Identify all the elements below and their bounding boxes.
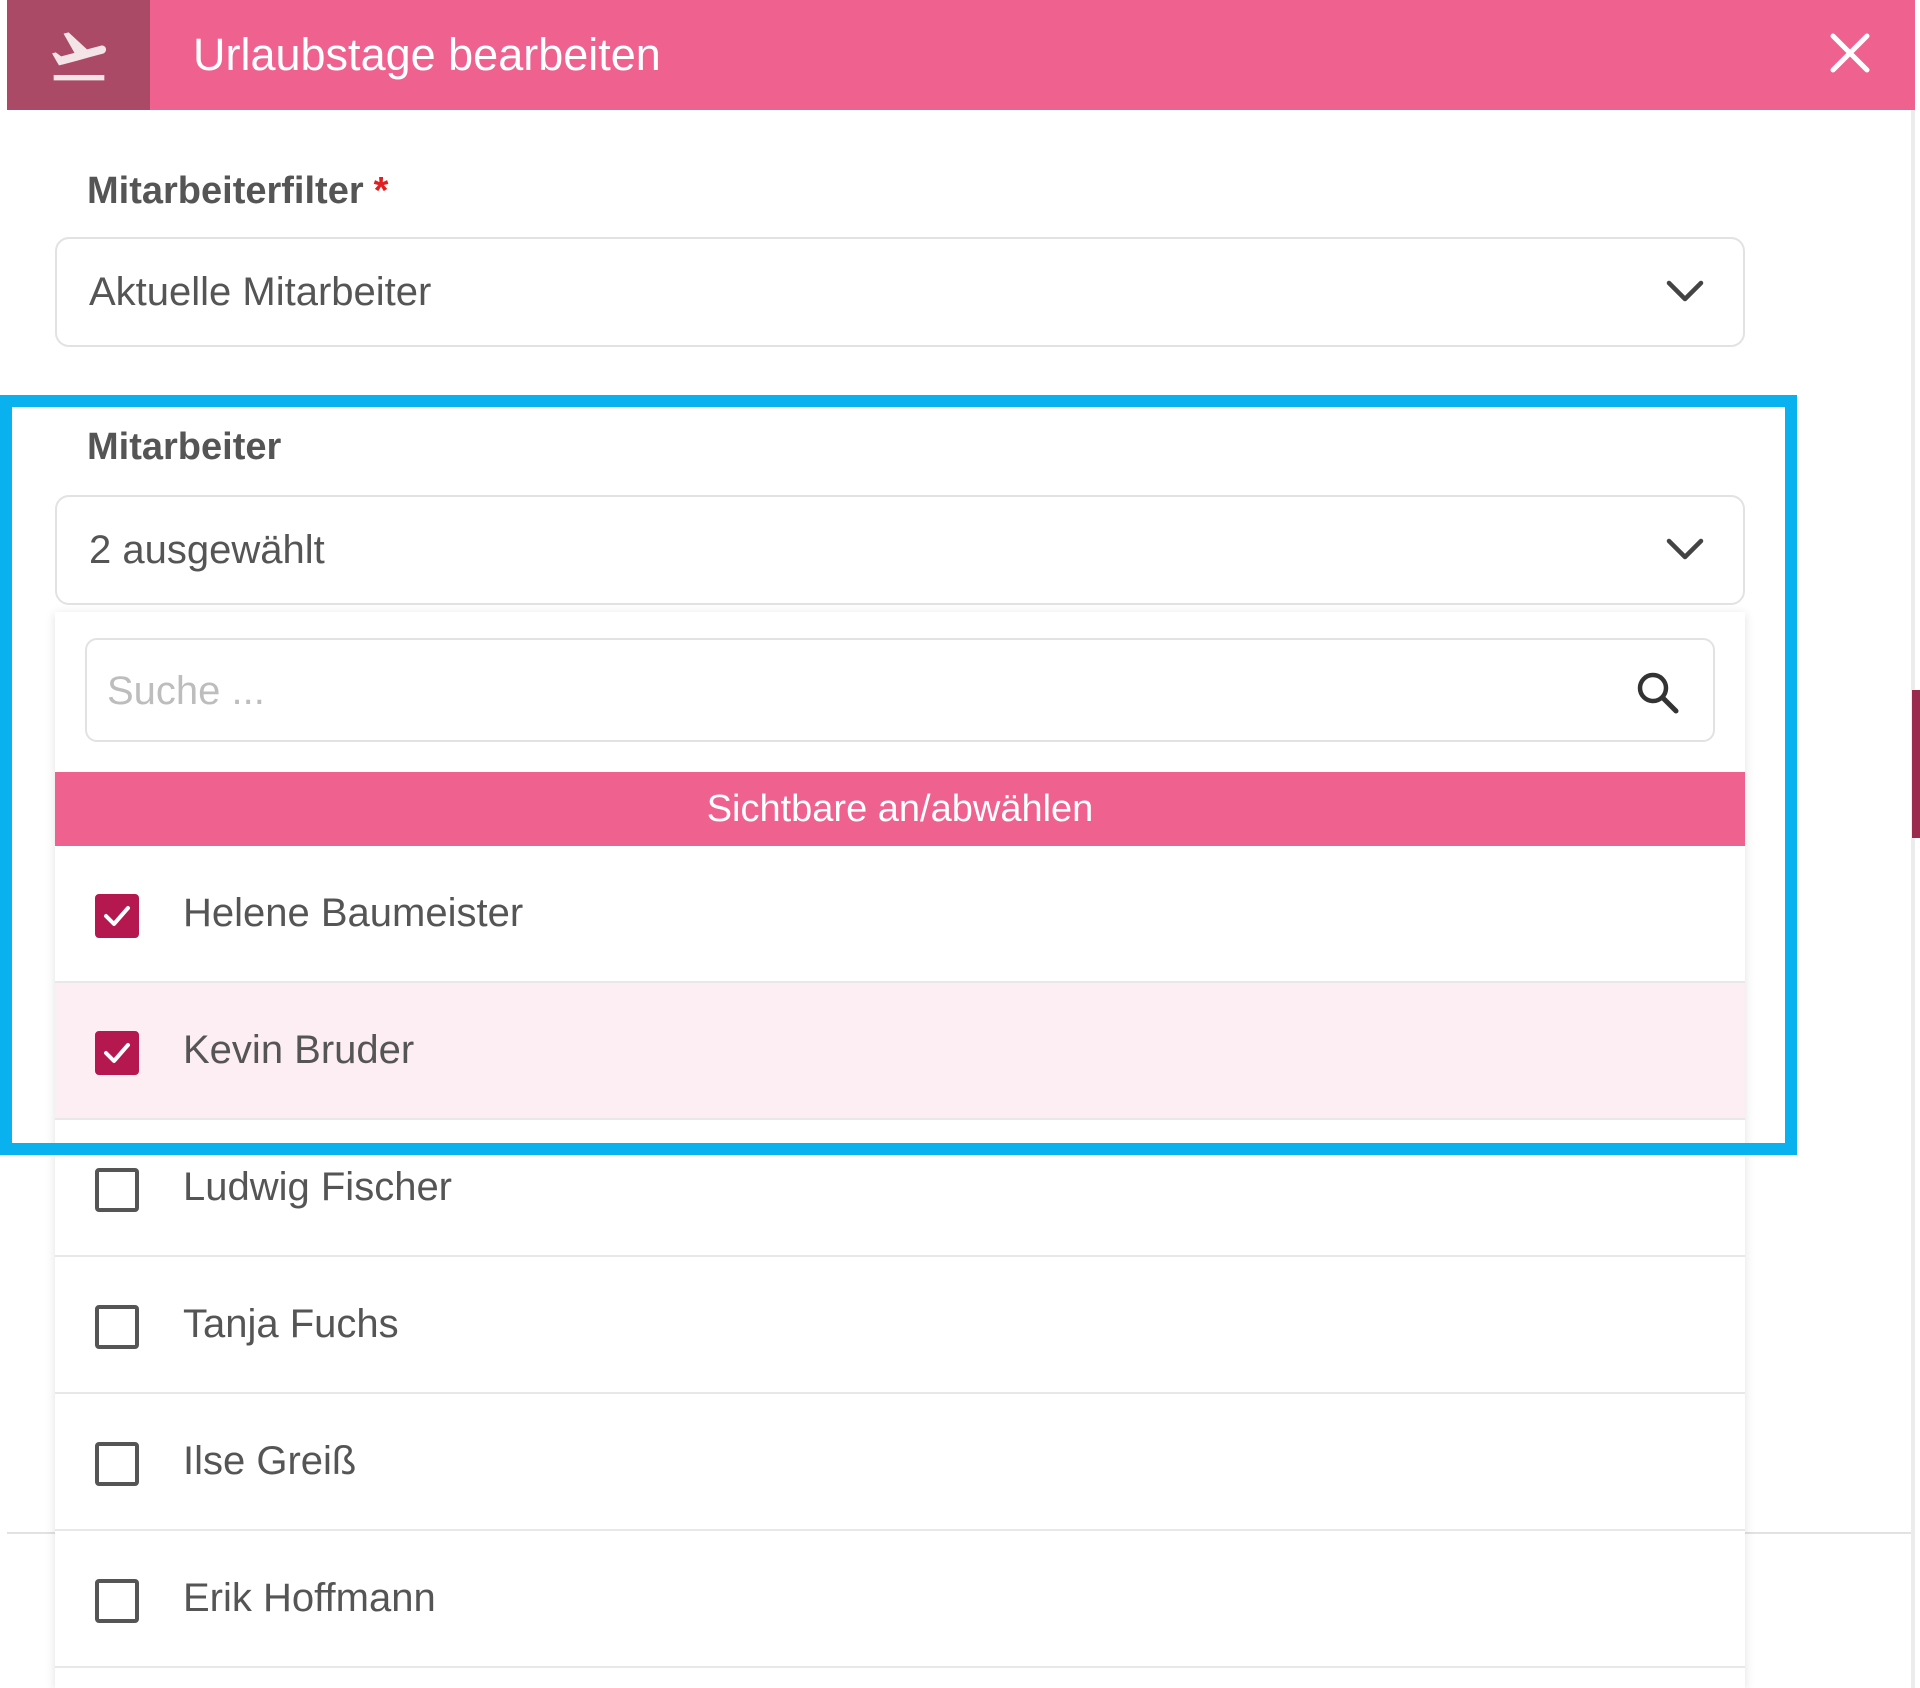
employee-search-input[interactable] bbox=[105, 642, 1609, 740]
checkbox-checked[interactable] bbox=[95, 894, 139, 938]
close-button[interactable] bbox=[1825, 28, 1875, 78]
employee-search-box bbox=[85, 638, 1715, 742]
employee-option-kevin-bruder[interactable]: Kevin Bruder bbox=[55, 983, 1745, 1120]
employee-filter-label: Mitarbeiterfilter * bbox=[87, 170, 388, 213]
employee-option-ilse-greiss[interactable]: Ilse Greiß bbox=[55, 1394, 1745, 1531]
option-label: Helene Baumeister bbox=[183, 891, 524, 935]
toggle-visible-button[interactable]: Sichtbare an/abwählen bbox=[55, 772, 1745, 846]
option-label: Kevin Bruder bbox=[183, 1028, 415, 1072]
checkbox-unchecked[interactable] bbox=[95, 1579, 139, 1623]
background-accent bbox=[1912, 690, 1920, 838]
required-marker: * bbox=[373, 170, 389, 212]
header-icon-box bbox=[7, 0, 150, 110]
option-label: Erik Hoffmann bbox=[183, 1576, 436, 1620]
employee-filter-select[interactable]: Aktuelle Mitarbeiter bbox=[55, 237, 1745, 347]
dialog-title: Urlaubstage bearbeiten bbox=[193, 29, 661, 80]
employees-dropdown-panel: Sichtbare an/abwählen Helene Baumeister … bbox=[55, 612, 1745, 1688]
checkmark-icon bbox=[104, 906, 130, 926]
checkbox-unchecked[interactable] bbox=[95, 1168, 139, 1212]
chevron-down-icon bbox=[1666, 280, 1704, 302]
employee-filter-label-text: Mitarbeiterfilter bbox=[87, 170, 364, 212]
dialog-edge bbox=[1911, 110, 1915, 1688]
dialog-header: Urlaubstage bearbeiten bbox=[7, 0, 1915, 110]
checkbox-unchecked[interactable] bbox=[95, 1442, 139, 1486]
option-label: Tanja Fuchs bbox=[183, 1302, 399, 1346]
employee-option-ludwig-fischer[interactable]: Ludwig Fischer bbox=[55, 1120, 1745, 1257]
chevron-down-icon bbox=[1666, 538, 1704, 560]
airplane-departure-icon bbox=[51, 32, 106, 81]
employee-option-erik-hoffmann[interactable]: Erik Hoffmann bbox=[55, 1531, 1745, 1668]
search-icon[interactable] bbox=[1633, 668, 1683, 718]
employee-option-list: Helene Baumeister Kevin Bruder Ludwig Fi… bbox=[55, 846, 1745, 1668]
employees-label: Mitarbeiter bbox=[87, 426, 282, 468]
edit-vacation-days-dialog: Urlaubstage bearbeiten Mitarbeiterfilter… bbox=[7, 0, 1915, 1688]
checkmark-icon bbox=[104, 1043, 130, 1063]
checkbox-checked[interactable] bbox=[95, 1031, 139, 1075]
option-label: Ludwig Fischer bbox=[183, 1165, 453, 1209]
employees-selected-count: 2 ausgewählt bbox=[89, 528, 325, 572]
close-icon bbox=[1830, 33, 1870, 73]
employee-option-tanja-fuchs[interactable]: Tanja Fuchs bbox=[55, 1257, 1745, 1394]
employees-select[interactable]: 2 ausgewählt bbox=[55, 495, 1745, 605]
employee-option-helene-baumeister[interactable]: Helene Baumeister bbox=[55, 846, 1745, 983]
checkbox-unchecked[interactable] bbox=[95, 1305, 139, 1349]
option-label: Ilse Greiß bbox=[183, 1439, 357, 1483]
employee-filter-value: Aktuelle Mitarbeiter bbox=[89, 270, 432, 314]
